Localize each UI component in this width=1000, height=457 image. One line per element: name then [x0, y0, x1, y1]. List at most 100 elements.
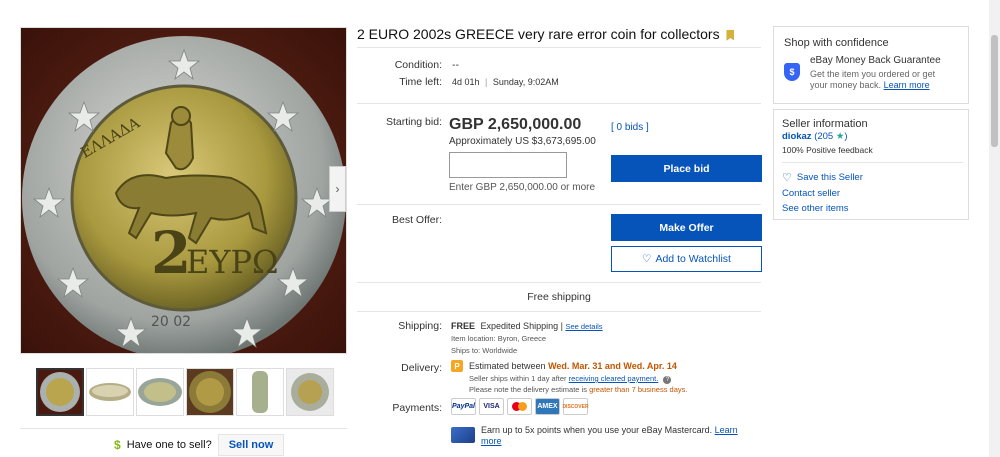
ships-to: Ships to: Worldwide	[451, 346, 518, 355]
thumbnail-image	[287, 369, 333, 415]
visa-icon: VISA	[479, 398, 504, 415]
add-to-watchlist-button[interactable]: ♡ Add to Watchlist	[611, 246, 762, 272]
starting-bid-label: Starting bid:	[385, 116, 442, 128]
item-title: 2 EURO 2002s GREECE very rare error coin…	[357, 26, 757, 43]
seller-name-link[interactable]: diokaz	[782, 131, 812, 142]
mastercard-promo: Earn up to 5x points when you use your e…	[481, 425, 761, 447]
dollar-icon: $	[114, 438, 121, 452]
seller-info-title: Seller information	[782, 118, 868, 130]
guarantee-desc-2: your money back. Learn more	[810, 80, 930, 90]
free-shipping-banner: Free shipping	[527, 291, 591, 303]
thumbnail-3[interactable]	[136, 368, 184, 416]
thumbnail-5[interactable]	[236, 368, 284, 416]
promo-learn-link[interactable]: Learn	[715, 425, 738, 435]
feedback-count-link[interactable]: (205	[814, 131, 833, 142]
contact-seller-link[interactable]: Contact seller	[782, 188, 840, 199]
promo-more-link[interactable]: more	[481, 436, 502, 446]
positive-feedback: 100% Positive feedback	[782, 145, 873, 155]
thumbnail-image	[87, 369, 133, 415]
time-left-value: 4d 01h | Sunday, 9:02AM	[452, 77, 559, 87]
item-title-text: 2 EURO 2002s GREECE very rare error coin…	[357, 26, 720, 42]
separator: |	[485, 77, 488, 87]
coin-image: 2 ΕΥΡΩ ΕΛΛΑΔΑ 20 02	[21, 28, 346, 353]
confidence-title: Shop with confidence	[784, 37, 889, 49]
divider	[357, 311, 761, 312]
discover-icon: DISCOVER	[562, 398, 589, 415]
mastercard-icon	[507, 398, 532, 415]
thumbnail-image	[38, 370, 82, 414]
shipping-label: Shipping:	[398, 320, 442, 332]
divider	[782, 162, 963, 163]
thumbnail-2[interactable]	[86, 368, 134, 416]
divider	[357, 282, 761, 283]
thumbnail-6[interactable]	[286, 368, 334, 416]
shield-dollar-icon: $	[784, 63, 800, 81]
amex-icon: AMEX	[535, 398, 560, 415]
promo-text: Earn up to 5x points when you use your e…	[481, 425, 713, 435]
item-location: Item location: Byron, Greece	[451, 334, 547, 343]
best-offer-label: Best Offer:	[392, 214, 442, 226]
cleared-payment-link[interactable]: receiving cleared payment.	[569, 374, 659, 383]
thumbnail-image	[137, 369, 183, 415]
divider	[357, 103, 761, 104]
condition-value: --	[452, 59, 459, 71]
thumbnail-image	[237, 369, 283, 415]
condition-label: Condition:	[394, 59, 442, 71]
payments-label: Payments:	[392, 402, 442, 414]
ribbon-icon	[726, 29, 735, 41]
delivery-dates: Wed. Mar. 31 and Wed. Apr. 14	[548, 361, 677, 371]
guarantee-desc-1: Get the item you ordered or get	[810, 69, 936, 79]
watchlist-label: Add to Watchlist	[655, 253, 731, 265]
chevron-right-icon: ›	[335, 182, 340, 196]
next-image-arrow[interactable]: ›	[329, 166, 346, 212]
heart-icon: ♡	[782, 172, 792, 184]
guarantee-desc-text: your money back.	[810, 80, 882, 90]
sell-now-button[interactable]: Sell now	[217, 434, 285, 456]
bid-hint: Enter GBP 2,650,000.00 or more	[449, 182, 596, 193]
shipping-free: FREE	[451, 321, 476, 331]
coin-year: 20 02	[151, 314, 191, 330]
save-seller-row[interactable]: ♡ Save this Seller	[782, 171, 863, 184]
approx-price: Approximately US $3,673,695.00	[449, 136, 596, 147]
sell-prompt: $ Have one to sell? Sell now	[114, 434, 285, 456]
delivery-note-emphasis: greater than 7 business days.	[589, 385, 688, 394]
seller-information-card: Seller information diokaz (205 ★) 100% P…	[773, 109, 969, 220]
thumbnail-4[interactable]	[186, 368, 234, 416]
divider	[357, 204, 761, 205]
time-left-end: Sunday, 9:02AM	[492, 77, 559, 87]
bid-count-link[interactable]: [ 0 bids ]	[611, 122, 649, 133]
see-other-items-link[interactable]: See other items	[782, 203, 849, 214]
heart-icon: ♡	[642, 253, 652, 265]
bid-amount-input[interactable]	[449, 152, 567, 178]
shipping-method: Expedited Shipping |	[480, 321, 563, 331]
make-offer-button[interactable]: Make Offer	[611, 214, 762, 241]
thumbnail-1[interactable]	[36, 368, 84, 416]
sell-question: Have one to sell?	[126, 439, 212, 451]
learn-more-link[interactable]: Learn more	[884, 80, 930, 90]
main-item-image[interactable]: 2 ΕΥΡΩ ΕΛΛΑΔΑ 20 02	[20, 27, 347, 354]
see-details-link[interactable]: See details	[565, 322, 602, 331]
divider	[357, 47, 761, 48]
save-seller-link[interactable]: Save this Seller	[797, 172, 863, 183]
info-icon[interactable]: ?	[663, 376, 672, 384]
paypal-icon: PayPal	[451, 398, 476, 415]
feedback-close: )	[844, 131, 848, 142]
place-bid-button[interactable]: Place bid	[611, 155, 762, 182]
starting-bid-price: GBP 2,650,000.00	[449, 116, 582, 133]
delivery-estimate: Estimated between Wed. Mar. 31 and Wed. …	[469, 361, 677, 371]
coin-currency: ΕΥΡΩ	[186, 243, 279, 281]
time-left-label: Time left:	[399, 76, 442, 88]
seller-name-row: diokaz (205 ★)	[782, 131, 848, 142]
time-left-duration: 4d 01h	[452, 77, 480, 87]
delivery-note-text: Please note the delivery estimate is	[469, 385, 587, 394]
delivery-truck-icon: P	[451, 360, 463, 372]
delivery-note-text: Seller ships within 1 day after	[469, 374, 567, 383]
guarantee-title: eBay Money Back Guarantee	[810, 55, 941, 66]
thumbnail-image	[187, 369, 233, 415]
delivery-estimated-label: Estimated between	[469, 361, 546, 371]
delivery-note-1: Seller ships within 1 day after receivin…	[469, 374, 672, 384]
ebay-mastercard-icon	[451, 427, 475, 443]
shipping-value: FREE Expedited Shipping | See details	[451, 321, 603, 331]
scrollbar-thumb[interactable]	[991, 35, 998, 147]
divider	[20, 428, 347, 429]
